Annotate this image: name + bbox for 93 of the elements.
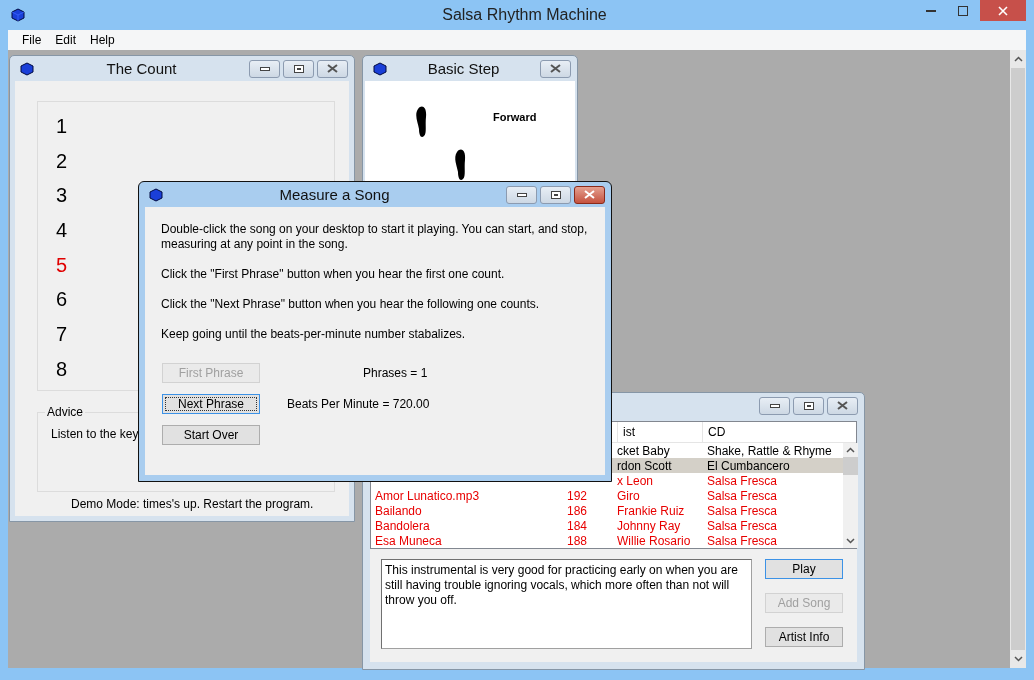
count-number: 2 (56, 149, 68, 174)
close-button[interactable] (574, 185, 605, 204)
minimize-icon (926, 9, 936, 12)
menu-item[interactable]: File (15, 33, 49, 47)
restore-icon (293, 64, 304, 73)
instruction-text: Keep going until the beats-per-minute number stabalizes. (161, 327, 467, 342)
close-icon (550, 64, 561, 73)
window-title: Basic Step (426, 60, 501, 77)
table-cell: rdon Scott (617, 458, 672, 473)
close-button[interactable] (317, 59, 348, 78)
table-cell: El Cumbancero (707, 458, 790, 473)
table-cell: Esa Muneca (375, 533, 442, 548)
table-cell: Frankie Ruiz (617, 503, 685, 518)
status-text: Demo Mode: times's up. Restart the program. (71, 497, 315, 511)
close-icon (327, 64, 338, 73)
window-title: Measure a Song (278, 186, 391, 203)
group-label: Advice (46, 405, 85, 419)
table-cell: Salsa Fresca (707, 533, 778, 548)
cube-icon (149, 187, 163, 202)
table-cell: Salsa Fresca (707, 488, 778, 503)
step-direction: Forward (493, 111, 537, 123)
minimize-icon (259, 66, 270, 71)
table-cell: Amor Lunatico.mp3 (375, 488, 480, 503)
count-number: 8 (56, 357, 68, 382)
table-cell: Willie Rosario (617, 533, 691, 548)
table-cell: x Leon (617, 473, 654, 488)
phrase-button[interactable]: Next Phrase (162, 394, 260, 414)
table-cell: cket Baby (617, 443, 670, 458)
restore-button[interactable] (793, 396, 824, 415)
table-cell: Shake, Rattle & Rhyme (707, 443, 832, 458)
table-cell: Bandolera (375, 518, 430, 533)
advice-text: Listen to the key (51, 427, 139, 441)
table-cell: Salsa Fresca (707, 503, 778, 518)
restore-icon (550, 190, 561, 199)
instruction-text: Double-click the song on your desktop to start it playing. You can start, and stop, measuring at any point in the song. (161, 222, 589, 252)
instruction-text: Click the "First Phrase" button when you hear the first one count. (161, 267, 506, 282)
scrollbar[interactable] (843, 443, 858, 548)
window-title: Salsa Rhythm Machine (441, 6, 608, 24)
bpm-readout: Beats Per Minute = 720.00 (287, 397, 431, 411)
table-row[interactable]: Esa Muneca 188 Willie Rosario Salsa Fresca (371, 533, 843, 548)
table-cell: Salsa Fresca (707, 518, 778, 533)
minimize-button[interactable] (506, 185, 537, 204)
cube-icon (11, 8, 25, 22)
scroll-up-icon (846, 447, 855, 453)
restore-icon (803, 401, 814, 410)
menu-item[interactable]: Edit (48, 33, 84, 47)
minimize-icon (769, 403, 780, 408)
table-cell: 186 (566, 503, 587, 518)
column-header[interactable]: CD (702, 422, 838, 442)
minimize-button[interactable] (759, 396, 790, 415)
count-number: 3 (56, 184, 68, 208)
restore-button[interactable] (540, 185, 571, 204)
phrase-count: Phrases = 1 (363, 366, 429, 380)
cube-icon (20, 61, 34, 76)
minimize-button[interactable] (249, 59, 280, 78)
action-button[interactable]: Artist Info (765, 627, 843, 647)
close-button[interactable] (827, 396, 858, 415)
window-title: The Count (105, 60, 178, 77)
count-number: 5 (56, 253, 68, 278)
table-row[interactable]: Bailando 186 Frankie Ruiz Salsa Fresca (371, 503, 843, 518)
menu-item[interactable]: Help (83, 33, 122, 47)
column-header[interactable]: ist (617, 422, 702, 442)
instruction-text: Click the "Next Phrase" button when you hear the following one counts. (161, 297, 541, 312)
scroll-up-icon (1013, 56, 1023, 62)
phrase-button[interactable]: Start Over (162, 425, 260, 445)
table-row[interactable]: Bandolera 184 Johnny Ray Salsa Fresca (371, 518, 843, 533)
restore-button[interactable] (283, 59, 314, 78)
count-number: 7 (56, 323, 68, 347)
maximize-icon (958, 5, 968, 16)
close-button[interactable] (540, 59, 571, 78)
scroll-thumb[interactable] (843, 457, 858, 475)
scroll-down-icon (846, 538, 855, 544)
notes-field[interactable]: This instrumental is very good for practicing early on when you are still having trouble ignoring vocals, which more often than not will throw you off. (381, 559, 752, 649)
table-cell: 192 (566, 488, 587, 503)
table-cell: 184 (566, 518, 587, 533)
table-cell: Giro (617, 488, 640, 503)
count-number: 6 (56, 288, 68, 312)
cube-icon (373, 61, 387, 76)
close-icon (584, 190, 595, 199)
table-row[interactable]: Amor Lunatico.mp3 192 Giro Salsa Fresca (371, 488, 843, 503)
scroll-thumb[interactable] (1011, 68, 1025, 650)
table-cell: 188 (566, 533, 587, 548)
action-button[interactable]: Play (765, 559, 843, 579)
scroll-down-icon (1013, 656, 1023, 662)
minimize-icon (516, 192, 527, 197)
close-icon (998, 5, 1008, 16)
scrollbar[interactable] (1010, 50, 1026, 668)
close-icon (837, 401, 848, 410)
count-number: 4 (56, 219, 68, 243)
table-cell: Bailando (375, 503, 422, 518)
count-number: 1 (56, 115, 68, 139)
table-cell: Salsa Fresca (707, 473, 778, 488)
table-cell: Johnny Ray (617, 518, 681, 533)
